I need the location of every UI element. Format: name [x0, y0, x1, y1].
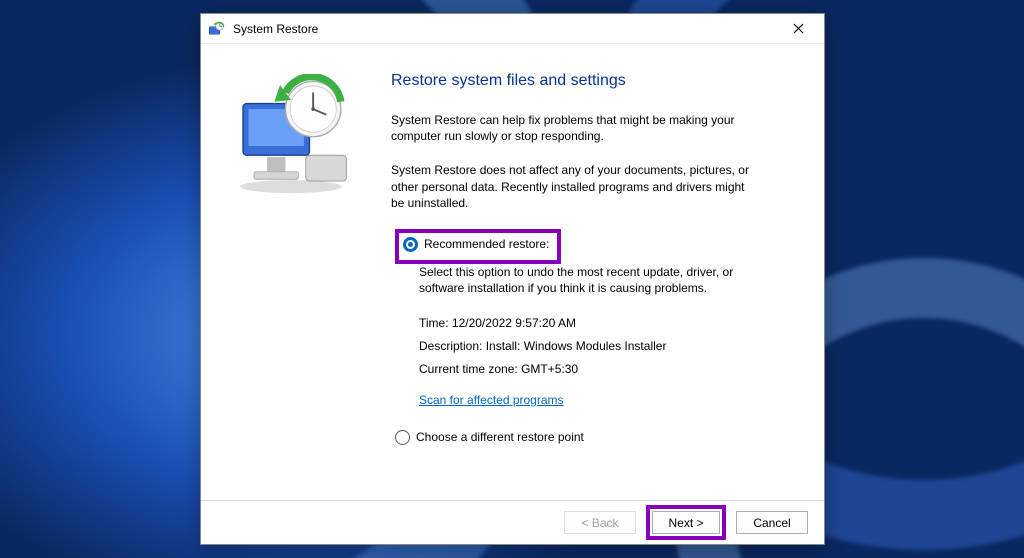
close-button[interactable] [778, 15, 818, 43]
radio-unselected-icon [395, 430, 410, 445]
timezone-row: Current time zone: GMT+5:30 [419, 358, 794, 381]
description-row: Description: Install: Windows Modules In… [419, 335, 794, 358]
restore-point-details: Time: 12/20/2022 9:57:20 AM Description:… [419, 312, 794, 411]
cancel-button[interactable]: Cancel [736, 511, 808, 534]
recommended-restore-label: Recommended restore: [424, 237, 549, 251]
recommended-restore-highlight: Recommended restore: [395, 229, 561, 264]
page-heading: Restore system files and settings [391, 72, 794, 90]
radio-selected-icon [403, 237, 418, 252]
recommended-restore-radio[interactable]: Recommended restore: [403, 237, 549, 252]
button-bar: < Back Next > Cancel [201, 500, 824, 544]
titlebar[interactable]: System Restore [201, 14, 824, 44]
recommended-restore-description: Select this option to undo the most rece… [419, 264, 739, 296]
time-row: Time: 12/20/2022 9:57:20 AM [419, 312, 794, 335]
system-restore-icon [207, 20, 225, 38]
back-button: < Back [564, 511, 636, 534]
intro-paragraph-2: System Restore does not affect any of yo… [391, 162, 761, 211]
window-title: System Restore [233, 22, 778, 36]
choose-different-radio[interactable]: Choose a different restore point [395, 430, 794, 445]
next-button[interactable]: Next > [652, 511, 720, 534]
content-pane: Restore system files and settings System… [381, 44, 824, 500]
system-restore-window: System Restore Restore [200, 13, 825, 545]
dialog-body: Restore system files and settings System… [201, 44, 824, 500]
left-pane [201, 44, 381, 500]
restore-illustration-icon [226, 74, 356, 194]
scan-affected-programs-link[interactable]: Scan for affected programs [419, 389, 564, 412]
restore-options: Recommended restore: Select this option … [391, 229, 794, 445]
next-button-highlight: Next > [646, 505, 726, 540]
choose-different-label: Choose a different restore point [416, 430, 584, 444]
intro-paragraph-1: System Restore can help fix problems tha… [391, 112, 761, 144]
